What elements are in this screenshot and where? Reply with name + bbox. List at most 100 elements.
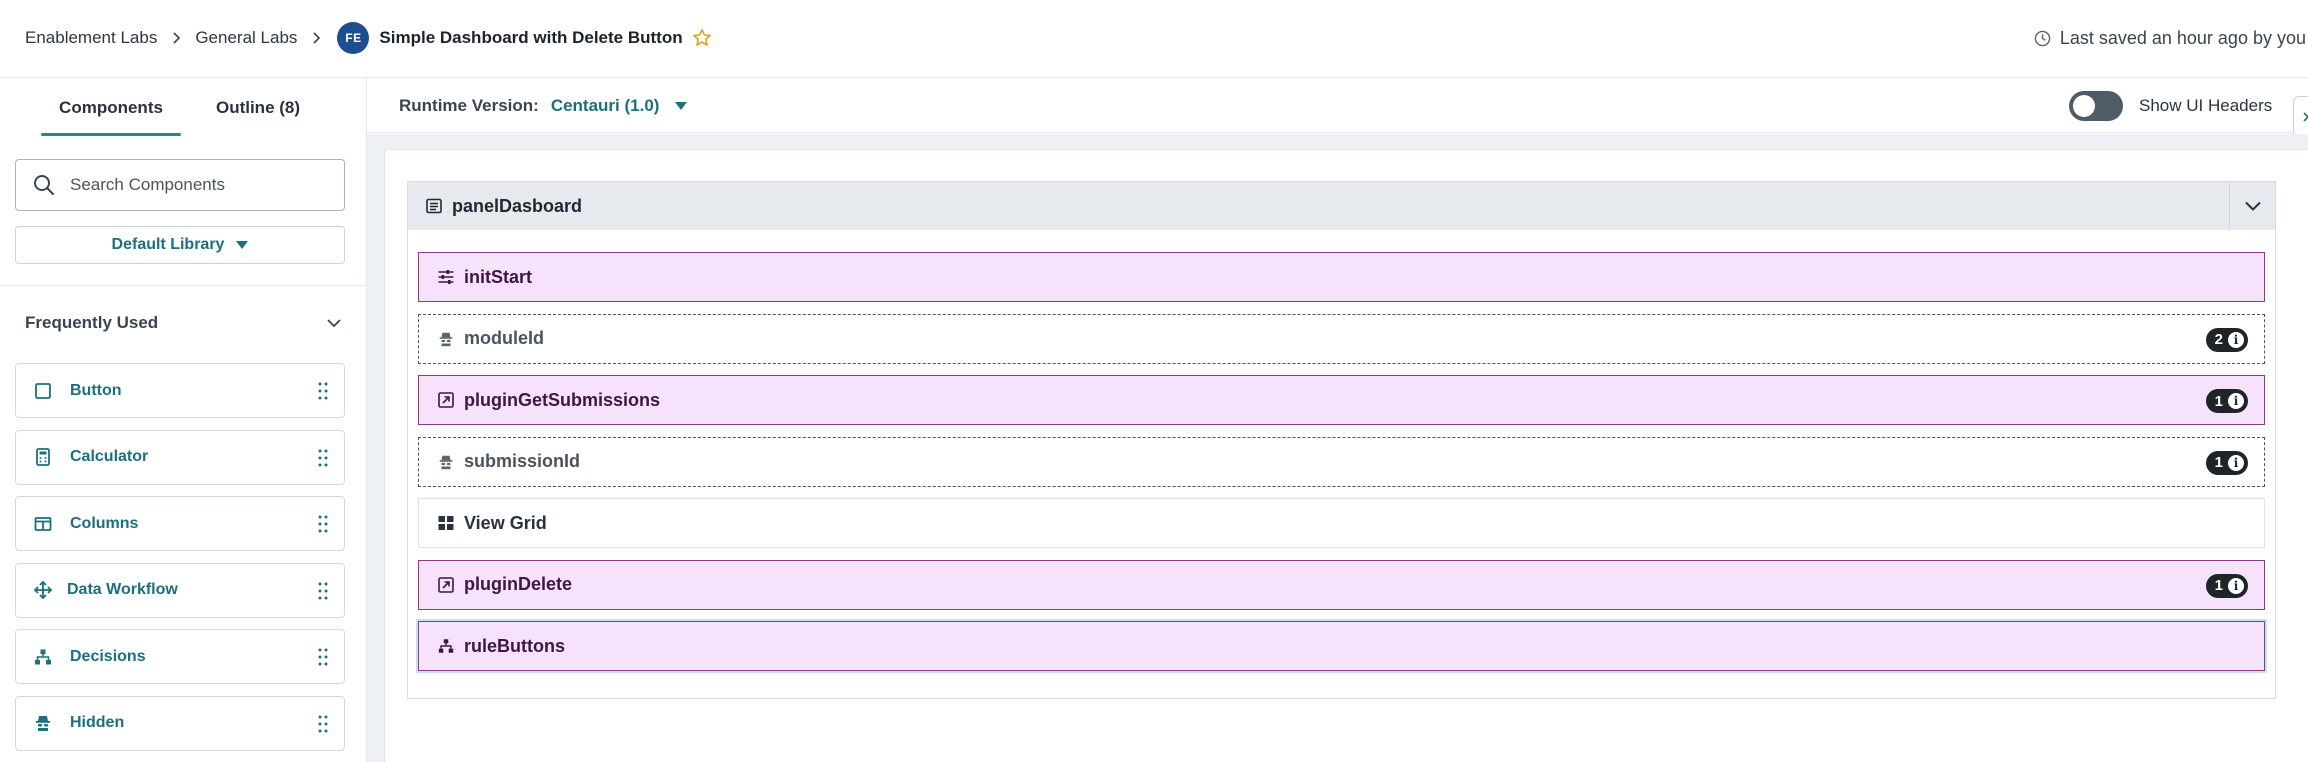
row-plugin-delete[interactable]: pluginDelete 1i <box>418 559 2265 610</box>
drag-handle-icon[interactable] <box>318 647 328 667</box>
drag-handle-icon[interactable] <box>318 581 328 601</box>
row-label: initStart <box>464 266 533 287</box>
panel-collapse-button[interactable] <box>2229 182 2275 230</box>
last-saved-text: Last saved an hour ago by you <box>2059 27 2306 48</box>
row-label: moduleId <box>464 328 544 348</box>
drag-handle-icon[interactable] <box>318 381 328 401</box>
component-data-workflow[interactable]: Data Workflow <box>15 562 345 618</box>
last-saved-status: Last saved an hour ago by you <box>2034 0 2306 76</box>
row-label: View Grid <box>464 512 547 533</box>
chevron-right-icon <box>169 31 183 45</box>
external-link-icon <box>436 575 456 595</box>
drag-handle-icon[interactable] <box>318 714 328 734</box>
caret-down-icon[interactable] <box>675 101 688 110</box>
clock-icon <box>2034 30 2051 46</box>
breadcrumb-enablement-labs[interactable]: Enablement Labs <box>25 28 157 48</box>
component-hidden[interactable]: Hidden <box>15 695 345 751</box>
badge-count: 1 <box>2214 577 2223 594</box>
info-icon: i <box>2228 577 2244 594</box>
component-calculator[interactable]: Calculator <box>15 429 345 485</box>
component-label: Decisions <box>70 647 146 665</box>
sliders-icon <box>436 267 456 287</box>
panel-components: initStart moduleId 2i pluginGetSubmissio… <box>418 252 2265 683</box>
close-icon <box>2303 112 2308 122</box>
component-label: Hidden <box>70 714 125 731</box>
chevron-down-icon <box>2244 201 2261 211</box>
component-label: Calculator <box>70 448 149 465</box>
app-title: Simple Dashboard with Delete Button <box>379 28 683 47</box>
sidebar-tabs: Components Outline (8) <box>0 78 366 138</box>
grid-icon <box>436 513 456 533</box>
component-label: Button <box>70 381 122 399</box>
info-badge[interactable]: 1i <box>2205 573 2248 598</box>
hidden-icon <box>436 452 456 472</box>
search-components-input[interactable] <box>70 175 320 195</box>
badge-count: 1 <box>2214 392 2223 410</box>
component-decisions[interactable]: Decisions <box>15 629 345 684</box>
sidebar-divider <box>0 285 366 286</box>
library-dropdown[interactable]: Default Library <box>15 226 345 264</box>
tab-outline[interactable]: Outline (8) <box>193 78 323 138</box>
badge-count: 1 <box>2214 454 2223 471</box>
library-label: Default Library <box>111 236 225 253</box>
drag-handle-icon[interactable] <box>318 514 328 534</box>
toggle-knob <box>2073 94 2095 117</box>
editor-toolbar: Runtime Version: Centauri (1.0) Show UI … <box>367 78 2308 133</box>
component-columns[interactable]: Columns <box>15 496 345 551</box>
decisions-icon <box>32 646 54 668</box>
star-icon[interactable] <box>692 28 712 48</box>
component-label: Data Workflow <box>67 581 178 598</box>
row-init-start[interactable]: initStart <box>418 252 2265 302</box>
component-label: Columns <box>70 514 139 532</box>
component-button[interactable]: Button <box>15 363 345 418</box>
panel-dashboard[interactable]: panelDasboard initStart moduleId 2i plug… <box>407 181 2276 699</box>
search-components-box[interactable] <box>15 159 345 211</box>
chevron-down-icon <box>327 319 341 328</box>
info-badge[interactable]: 1i <box>2205 389 2248 413</box>
panel-header[interactable]: panelDasboard <box>408 182 2275 230</box>
runtime-version-select[interactable]: Centauri (1.0) <box>551 96 660 116</box>
drag-handle-icon[interactable] <box>318 448 328 468</box>
frequently-used-toggle[interactable]: Frequently Used <box>25 308 343 338</box>
expand-panel-button[interactable] <box>2293 96 2308 138</box>
panel-title: panelDasboard <box>452 195 583 216</box>
active-tab-indicator <box>41 133 181 136</box>
row-submission-id[interactable]: submissionId 1i <box>418 436 2265 487</box>
avatar[interactable]: FE <box>337 22 370 54</box>
tab-components[interactable]: Components <box>41 78 181 138</box>
info-icon: i <box>2228 331 2244 348</box>
section-title: Frequently Used <box>25 313 159 332</box>
data-workflow-icon <box>32 579 54 601</box>
badge-count: 2 <box>2214 331 2223 348</box>
row-label: pluginDelete <box>464 574 573 594</box>
external-link-icon <box>436 390 456 410</box>
panel-icon <box>426 198 442 214</box>
app-header: Enablement Labs General Labs FE Simple D… <box>0 0 2308 78</box>
row-label: submissionId <box>464 451 581 471</box>
breadcrumb: Enablement Labs General Labs FE Simple D… <box>25 0 712 76</box>
show-ui-headers-label: Show UI Headers <box>2139 95 2273 115</box>
row-view-grid[interactable]: View Grid <box>418 498 2265 548</box>
chevron-right-icon <box>309 31 323 45</box>
row-plugin-get-submissions[interactable]: pluginGetSubmissions 1i <box>418 375 2265 425</box>
calculator-icon <box>32 446 54 468</box>
breadcrumb-general-labs[interactable]: General Labs <box>195 28 297 48</box>
show-ui-headers-control: Show UI Headers <box>2069 78 2272 133</box>
row-module-id[interactable]: moduleId 2i <box>418 313 2265 364</box>
row-label: ruleButtons <box>464 635 565 656</box>
caret-down-icon <box>236 241 249 249</box>
hidden-icon <box>32 712 54 734</box>
search-icon <box>34 175 54 195</box>
runtime-version: Runtime Version: Centauri (1.0) <box>399 78 688 133</box>
info-icon: i <box>2228 454 2244 471</box>
component-list: Button Calculator Columns Data Workflow <box>15 363 345 762</box>
show-ui-headers-toggle[interactable] <box>2069 90 2123 121</box>
columns-icon <box>32 513 54 535</box>
info-badge[interactable]: 1i <box>2205 450 2248 475</box>
row-rule-buttons[interactable]: ruleButtons <box>418 621 2265 671</box>
row-label: pluginGetSubmissions <box>464 389 661 410</box>
info-icon: i <box>2228 393 2244 409</box>
info-badge[interactable]: 2i <box>2205 327 2248 352</box>
button-icon <box>32 380 54 402</box>
decisions-icon <box>436 636 456 656</box>
